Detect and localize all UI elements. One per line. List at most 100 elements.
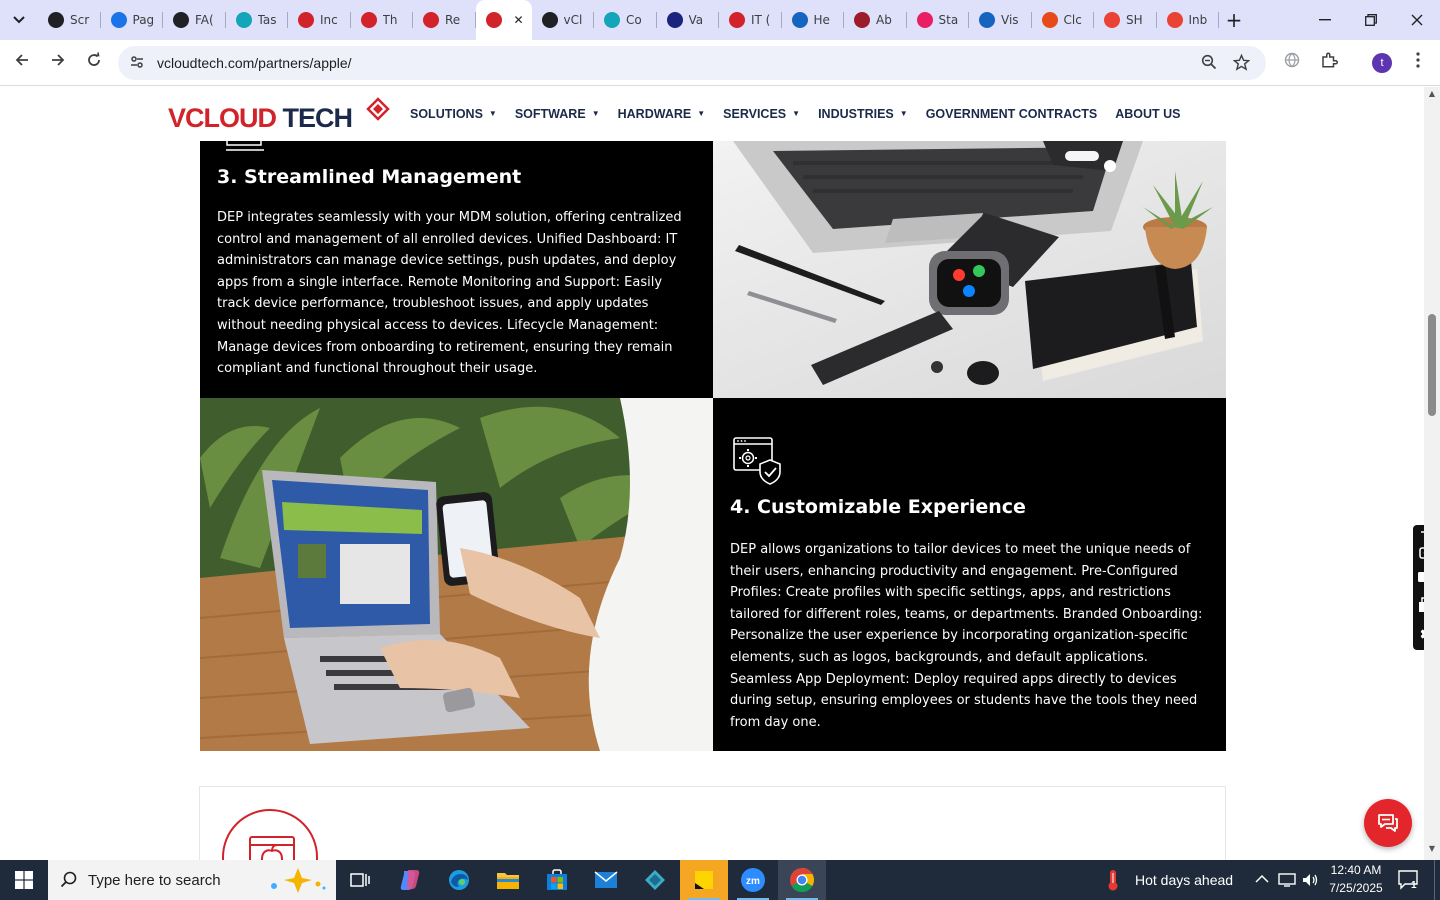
browser-tab[interactable]: Va	[657, 0, 720, 40]
close-window-button[interactable]	[1394, 0, 1440, 40]
browser-tab[interactable]: He	[782, 0, 845, 40]
browser-tab[interactable]: vCl	[532, 0, 595, 40]
browser-tab[interactable]: SH	[1094, 0, 1157, 40]
scrollbar-thumb[interactable]	[1428, 314, 1436, 416]
profile-avatar[interactable]: t	[1372, 53, 1392, 73]
browser-menu-button[interactable]	[1406, 51, 1430, 75]
browser-tab[interactable]: Sta	[907, 0, 970, 40]
browser-tab[interactable]: Scr	[38, 0, 101, 40]
tab-label: Re	[445, 13, 461, 27]
zoom-app[interactable]: zm	[729, 860, 777, 900]
browser-tab[interactable]: Inb	[1157, 0, 1220, 40]
sticky-notes-app[interactable]	[680, 860, 728, 900]
start-button[interactable]	[0, 860, 48, 900]
tab-search-button[interactable]	[6, 7, 32, 33]
site-settings-icon[interactable]	[128, 54, 146, 72]
browser-tab[interactable]: Re	[413, 0, 476, 40]
nav-item-about-us[interactable]: ABOUT US	[1115, 107, 1180, 121]
browser-tab[interactable]: IT (	[719, 0, 782, 40]
feature-icon-badge	[222, 809, 318, 860]
site-logo[interactable]: VCLOUD TECH	[168, 97, 392, 137]
tab-label: SH	[1126, 13, 1143, 27]
tab-favicon-icon	[423, 12, 439, 28]
tab-favicon-icon	[110, 12, 127, 28]
forward-button[interactable]	[46, 51, 70, 75]
tray-chevron-up-icon[interactable]	[1255, 871, 1269, 887]
store-bag-icon	[547, 869, 567, 890]
clock-date[interactable]: 7/25/2025	[1328, 881, 1384, 895]
nav-item-solutions[interactable]: SOLUTIONS ▼	[410, 107, 497, 121]
folder-icon	[497, 873, 519, 889]
back-button[interactable]	[10, 51, 34, 75]
tab-favicon-icon	[173, 12, 189, 28]
restore-button[interactable]	[1348, 0, 1394, 40]
tab-label: Co	[626, 13, 642, 27]
nav-item-label: INDUSTRIES	[818, 107, 894, 121]
microsoft-store-app[interactable]	[533, 860, 581, 900]
bookmark-star-icon[interactable]	[1232, 53, 1251, 75]
thermometer-weather-icon[interactable]	[1106, 869, 1120, 891]
feature-customizable-panel: 4. Customizable Experience DEP allows or…	[713, 398, 1226, 751]
nav-item-government-contracts[interactable]: GOVERNMENT CONTRACTS	[926, 107, 1098, 121]
extensions-puzzle-icon[interactable]	[1317, 51, 1341, 75]
show-desktop-button[interactable]	[1434, 860, 1440, 900]
tab-close-icon[interactable]: ✕	[514, 13, 524, 27]
translate-icon[interactable]	[1280, 51, 1304, 75]
browser-tab[interactable]: Th	[351, 0, 414, 40]
tab-label: He	[813, 13, 830, 27]
nav-item-hardware[interactable]: HARDWARE ▼	[618, 107, 706, 121]
caret-down-icon: ▼	[792, 109, 801, 118]
zoom-icon[interactable]	[1201, 54, 1217, 74]
close-icon	[1411, 14, 1423, 26]
chrome-app[interactable]	[778, 860, 826, 900]
vscode-like-app[interactable]	[631, 860, 679, 900]
scroll-up-arrow-icon[interactable]: ▲	[1428, 89, 1436, 98]
tab-label: Pag	[132, 13, 153, 27]
new-tab-button[interactable]: +	[1222, 8, 1246, 32]
reload-button[interactable]	[82, 51, 106, 75]
clock-time[interactable]: 12:40 AM	[1330, 863, 1382, 877]
caret-down-icon: ▼	[488, 109, 497, 118]
nav-item-industries[interactable]: INDUSTRIES ▼	[818, 107, 908, 121]
browser-tab[interactable]: FA(	[163, 0, 226, 40]
browser-tab[interactable]: Tas	[226, 0, 289, 40]
person-with-laptop-image	[200, 398, 713, 751]
url-text[interactable]: vcloudtech.com/partners/apple/	[157, 55, 352, 71]
mail-app[interactable]	[582, 860, 630, 900]
monitor-icon	[226, 141, 264, 151]
file-explorer-app[interactable]	[484, 860, 532, 900]
tab-label: vCl	[563, 13, 583, 27]
page-viewport: VCLOUD TECH SOLUTIONS ▼ SOFTWARE ▼ HARDWARE ▼…	[0, 87, 1424, 860]
feature-3-body: DEP integrates seamlessly with your MDM …	[217, 210, 682, 377]
search-placeholder: Type here to search	[88, 872, 221, 889]
browser-tab[interactable]: Ab	[844, 0, 907, 40]
network-icon[interactable]	[1278, 872, 1296, 893]
browser-tab[interactable]: Inc	[288, 0, 351, 40]
browser-tab[interactable]: Vis	[969, 0, 1032, 40]
scroll-down-arrow-icon[interactable]: ▼	[1428, 844, 1436, 853]
task-view-button[interactable]	[336, 860, 384, 900]
tab-label: FA(	[195, 13, 214, 27]
nav-item-label: GOVERNMENT CONTRACTS	[925, 107, 1098, 121]
browser-tab[interactable]: Co	[594, 0, 657, 40]
nav-item-software[interactable]: SOFTWARE ▼	[515, 107, 600, 121]
browser-tab-active[interactable]: ✕	[475, 0, 532, 40]
svg-text:zm: zm	[746, 876, 760, 887]
browser-tab[interactable]: Pag	[101, 0, 164, 40]
tab-list: Scr Pag FA( Tas Inc Th Re ✕ vCl Co Va IT ( He Ab Sta Vi…	[38, 0, 1219, 40]
address-bar[interactable]: vcloudtech.com/partners/apple/	[118, 46, 1266, 80]
main-navigation: SOLUTIONS ▼ SOFTWARE ▼ HARDWARE ▼ SERVICES ▼ IND…	[410, 107, 1199, 121]
minimize-button[interactable]	[1302, 0, 1348, 40]
nav-item-services[interactable]: SERVICES ▼	[723, 107, 800, 121]
edge-app[interactable]	[435, 860, 483, 900]
weather-text[interactable]: Hot days ahead	[1135, 872, 1233, 888]
search-icon	[60, 871, 77, 888]
live-chat-button[interactable]	[1364, 799, 1412, 847]
taskbar-search-box[interactable]: Type here to search	[48, 860, 336, 900]
copilot-app[interactable]	[386, 860, 434, 900]
volume-icon[interactable]	[1302, 872, 1320, 893]
tab-label: Scr	[70, 13, 90, 27]
caret-down-icon: ▼	[899, 109, 908, 118]
browser-tab[interactable]: Clc	[1032, 0, 1095, 40]
page-scrollbar[interactable]: ▲ ▼	[1424, 87, 1440, 860]
